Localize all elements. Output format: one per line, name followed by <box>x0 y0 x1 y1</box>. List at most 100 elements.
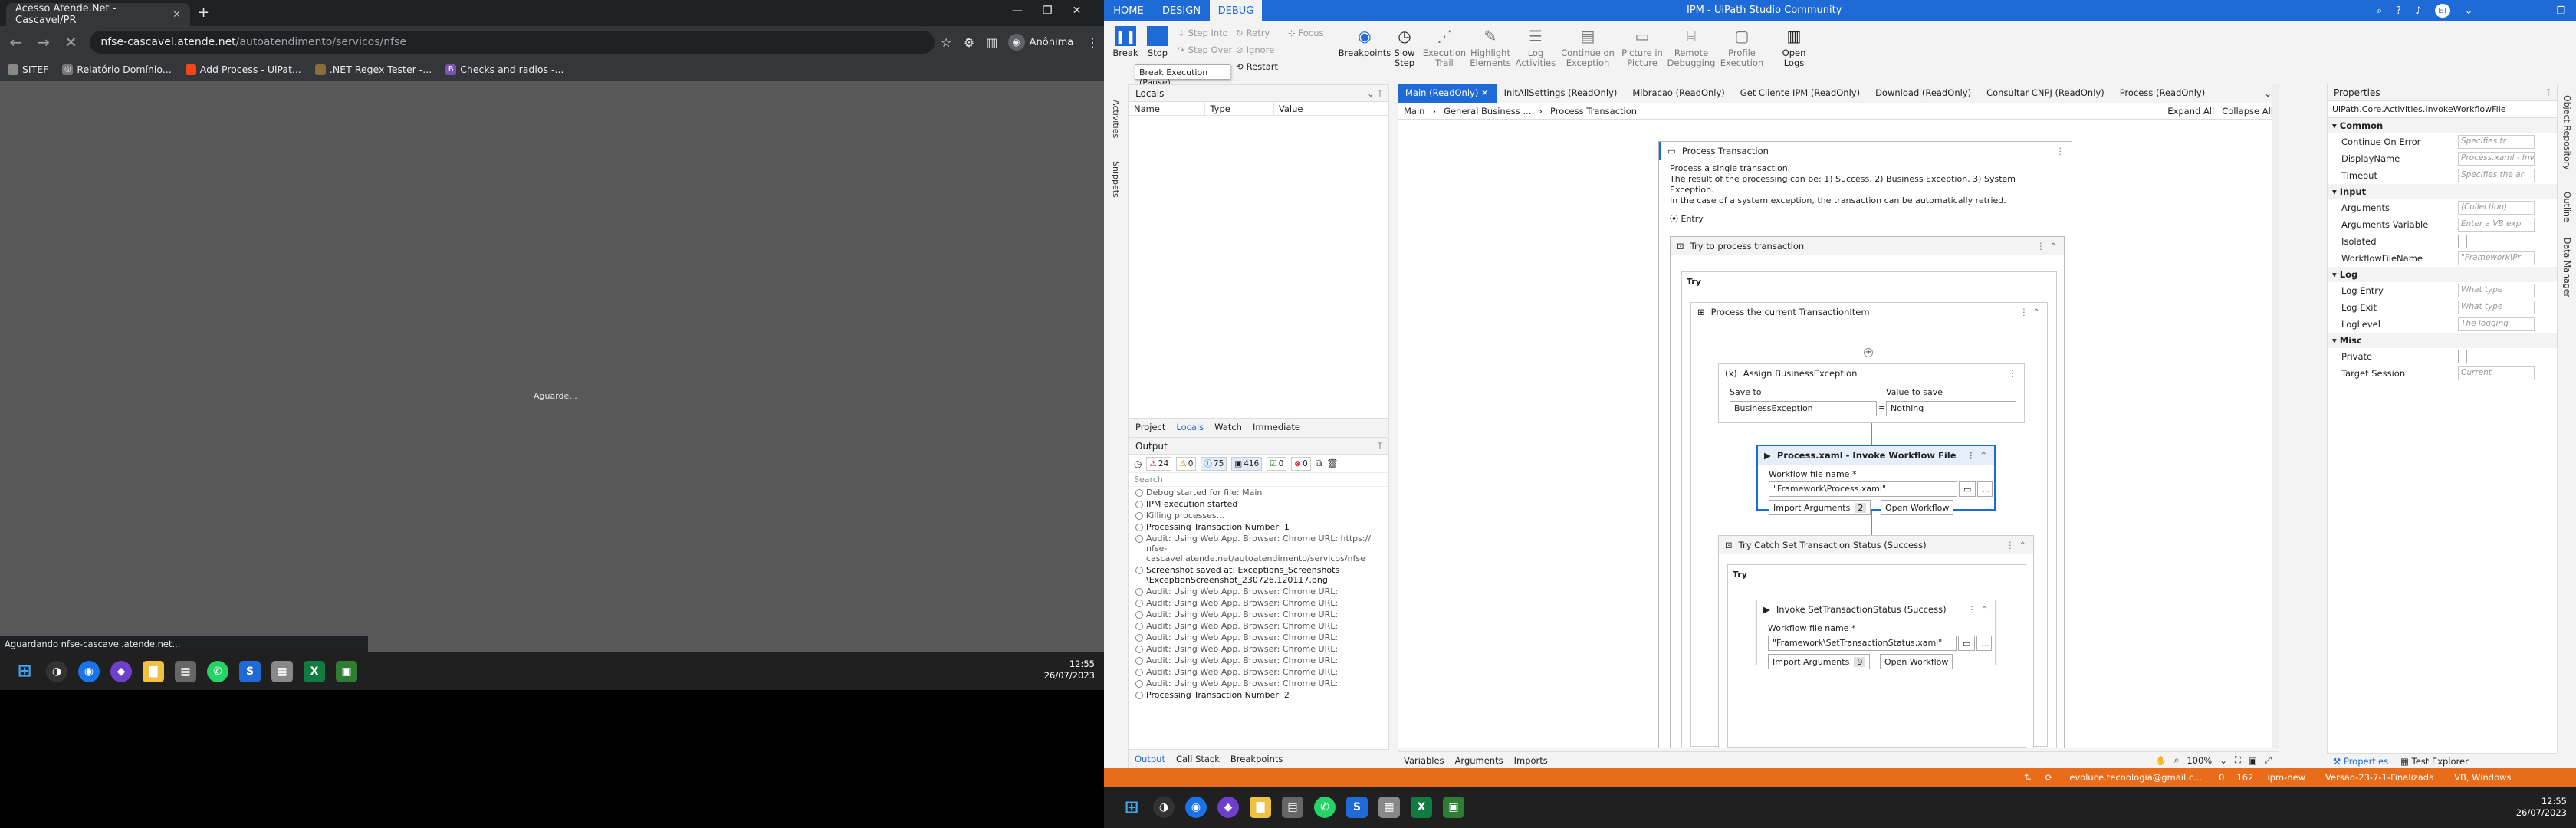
save-to-field[interactable]: BusinessException <box>1730 401 1877 416</box>
warn-filter[interactable]: ⚠ 0 <box>1176 456 1197 471</box>
github-icon[interactable]: ◆ <box>110 660 132 682</box>
log-line[interactable]: Killing processes... <box>1129 510 1388 521</box>
doc-tab[interactable]: Download (ReadOnly) <box>1868 84 1979 103</box>
zoom-level[interactable]: 100% <box>2187 755 2212 766</box>
col-type[interactable]: Type <box>1205 102 1274 115</box>
properties-tab[interactable]: ⚒ Properties <box>2333 756 2388 767</box>
windows-start-icon[interactable]: ⊞ <box>1121 797 1142 818</box>
breadcrumb-item[interactable]: Main <box>1404 106 1424 117</box>
fatal-filter[interactable]: ⊗ 0 <box>1291 456 1311 471</box>
chevron-down-icon[interactable]: ⌄ <box>2264 88 2272 99</box>
object-repository-tab[interactable]: Object Repository <box>2562 95 2572 170</box>
error-filter[interactable]: ⚠ 24 <box>1146 456 1172 471</box>
extensions-icon[interactable]: ⚙ <box>958 35 981 50</box>
invoke-settransaction-activity[interactable]: ▶ Invoke SetTransactionStatus (Success) ⋮ … <box>1756 600 1996 669</box>
pin-icon[interactable]: ⊺ <box>1378 441 1382 452</box>
open-workflow-button[interactable]: Open Workflow <box>1881 500 1954 515</box>
up-count[interactable]: 0 <box>2219 772 2224 783</box>
variables-tab[interactable]: Variables <box>1404 755 1444 766</box>
property-value[interactable]: Enter a VB exp <box>2458 218 2535 232</box>
open-logs-button[interactable]: ▥ Open Logs <box>1779 26 1809 68</box>
doc-tab[interactable]: Consultar CNPJ (ReadOnly) <box>1979 84 2112 103</box>
star-icon[interactable]: ☆ <box>935 35 958 50</box>
chevron-down-icon[interactable]: ⌄ <box>2220 755 2227 766</box>
chrome-icon[interactable]: ◉ <box>78 660 100 682</box>
property-value[interactable]: What type <box>2458 301 2535 314</box>
test-explorer-tab[interactable]: ▦ Test Explorer <box>2400 756 2469 767</box>
uipath-studio-icon[interactable]: S <box>239 660 261 682</box>
more-icon[interactable]: ⋮ <box>2056 146 2066 156</box>
tab-output[interactable]: Output <box>1135 754 1165 764</box>
fit-icon[interactable]: ⛶ <box>2235 754 2241 766</box>
trash-icon[interactable]: 🗑 <box>1326 458 1338 469</box>
overview-icon[interactable]: ▣ <box>2249 755 2257 766</box>
tab-watch[interactable]: Watch <box>1214 422 1242 432</box>
breadcrumb-item[interactable]: General Business ... <box>1444 106 1531 117</box>
slow-step-button[interactable]: ◷ Slow Step <box>1389 26 1420 68</box>
category-misc[interactable]: ▾ Misc <box>2328 333 2557 348</box>
log-line[interactable]: Audit: Using Web App. Browser: Chrome UR… <box>1129 666 1388 678</box>
property-value[interactable]: The logging <box>2458 317 2535 331</box>
focus-button[interactable]: ⊹ Focus <box>1288 28 1323 38</box>
category-log[interactable]: ▾ Log <box>2328 267 2557 282</box>
profile-execution-button[interactable]: ▢ Profile Execution <box>1719 26 1765 68</box>
more-options-button[interactable]: … <box>1977 481 1993 497</box>
folder-icon[interactable]: ▇ <box>143 660 164 682</box>
app-icon[interactable]: ▤ <box>175 660 196 682</box>
collapse-all-link[interactable]: Collapse All <box>2222 106 2273 117</box>
snippets-panel-tab[interactable]: Snippets <box>1111 161 1121 198</box>
tab-immediate[interactable]: Immediate <box>1253 422 1300 432</box>
close-icon[interactable]: ✕ <box>172 9 181 21</box>
property-value[interactable]: Process.xaml - Invok <box>2458 152 2535 166</box>
language-label[interactable]: VB, Windows <box>2454 772 2511 783</box>
breadcrumb-item[interactable]: Process Transaction <box>1550 106 1637 117</box>
task-view-icon[interactable]: ◑ <box>1153 797 1175 818</box>
more-icon[interactable]: ⋮ ⌃ <box>2006 540 2027 550</box>
open-workflow-button[interactable]: Open Workflow <box>1880 654 1953 669</box>
execution-trail-button[interactable]: ⋰ Execution Trail <box>1423 26 1466 68</box>
more-icon[interactable]: ⋮ ⌃ <box>2036 241 2058 251</box>
whatsapp-icon[interactable]: ✆ <box>207 660 228 682</box>
new-tab-icon[interactable]: + <box>198 5 209 21</box>
log-line[interactable]: Audit: Using Web App. Browser: Chrome UR… <box>1129 632 1388 643</box>
import-arguments-button[interactable]: Import Arguments 9 <box>1768 654 1871 669</box>
property-value[interactable]: Specifies the ar <box>2458 169 2535 182</box>
url-input[interactable]: nfse-cascavel.atende.net/autoatendimento… <box>90 31 935 54</box>
sheet-icon[interactable]: ▣ <box>1443 797 1464 818</box>
maximize-icon[interactable]: ❐ <box>1043 5 1053 17</box>
log-line[interactable]: Audit: Using Web App. Browser: Chrome UR… <box>1129 643 1388 655</box>
notepad-icon[interactable]: ▦ <box>271 660 293 682</box>
log-line[interactable]: Audit: Using Web App. Browser: Chrome UR… <box>1129 586 1388 597</box>
hand-icon[interactable]: ✋ <box>2156 755 2167 766</box>
import-arguments-button[interactable]: Import Arguments 2 <box>1769 500 1871 515</box>
step-into-button[interactable]: ⇣ Step Into <box>1178 28 1232 38</box>
outline-tab[interactable]: Outline <box>2562 192 2572 222</box>
browser-tab[interactable]: Acesso Atende.Net - Cascavel/PR ✕ <box>6 3 190 26</box>
excel-icon[interactable]: X <box>1411 797 1432 818</box>
sync-icon[interactable]: ⟳ <box>2045 772 2053 783</box>
category-input[interactable]: ▾ Input <box>2328 184 2557 199</box>
back-icon[interactable]: ← <box>5 31 28 54</box>
forward-icon[interactable]: → <box>32 31 55 54</box>
property-value[interactable]: Specifies tr <box>2458 135 2535 149</box>
invoke-process-activity[interactable]: ▶ Process.xaml - Invoke Workflow File ⋮ ⌃ … <box>1756 445 1996 515</box>
windows-start-icon[interactable]: ⊞ <box>14 661 35 682</box>
workflow-file-input[interactable]: "Framework\Process.xaml" <box>1769 481 1957 497</box>
data-manager-tab[interactable]: Data Manager <box>2562 238 2572 297</box>
chrome-icon[interactable]: ◉ <box>1185 797 1207 818</box>
log-line[interactable]: Audit: Using Web App. Browser: Chrome UR… <box>1129 597 1388 609</box>
branch-label[interactable]: ipm-new <box>2267 772 2305 783</box>
log-line[interactable]: IPM execution started <box>1129 498 1388 510</box>
workflow-file-input[interactable]: "Framework\SetTransactionStatus.xaml" <box>1768 636 1957 651</box>
property-value[interactable]: What type <box>2458 284 2535 297</box>
continue-on-exception-button[interactable]: ▤ Continue on Exception <box>1559 26 1616 68</box>
more-icon[interactable]: ⋮ ⌃ <box>2019 307 2041 317</box>
avatar[interactable]: ET <box>2435 4 2451 18</box>
tab-breakpoints[interactable]: Breakpoints <box>1230 754 1283 764</box>
whatsapp-icon[interactable]: ✆ <box>1314 797 1336 818</box>
ignore-button[interactable]: ⊘ Ignore <box>1236 44 1278 55</box>
bookmark[interactable]: .NET Regex Tester -... <box>314 64 432 75</box>
excel-icon[interactable]: X <box>304 660 325 682</box>
log-line[interactable]: Processing Transaction Number: 2 <box>1129 689 1388 701</box>
property-value[interactable]: "Framework\Pr <box>2458 251 2535 265</box>
